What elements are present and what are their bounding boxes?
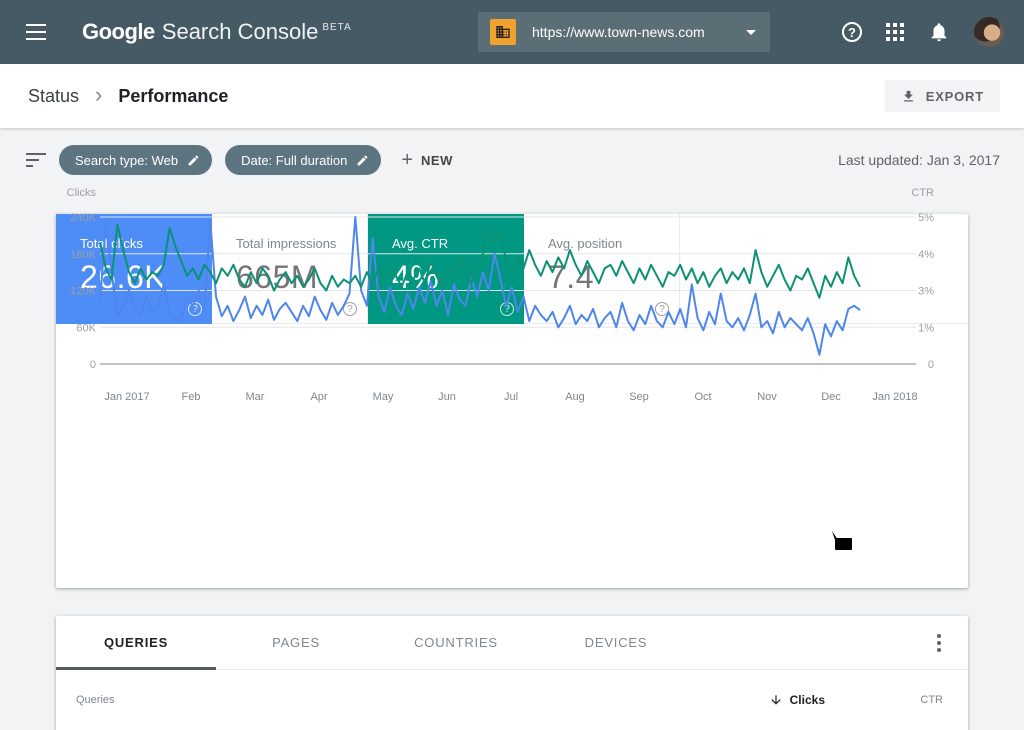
svg-text:May: May bbox=[373, 391, 394, 403]
svg-text:Jan 2018: Jan 2018 bbox=[872, 391, 917, 403]
edit-pencil-icon bbox=[187, 154, 200, 167]
svg-text:Sep: Sep bbox=[629, 391, 649, 403]
breadcrumb-bar: Status › Performance EXPORT bbox=[0, 64, 1024, 128]
app-logo: Google Search Console BETA bbox=[82, 19, 352, 45]
topbar-actions: ? bbox=[842, 0, 1024, 64]
time-series-chart[interactable]: Clicks CTR 240K 180K 120K 60K 0 5% 4% 3% 1% 0 Jan 20… bbox=[56, 187, 968, 588]
breadcrumb-status[interactable]: Status bbox=[28, 86, 79, 107]
svg-text:Aug: Aug bbox=[565, 391, 585, 403]
logo-beta-badge: BETA bbox=[322, 22, 352, 33]
page-title: Performance bbox=[118, 85, 229, 106]
property-selector[interactable]: https://www.town-news.com bbox=[478, 12, 770, 52]
filter-icon[interactable] bbox=[26, 153, 46, 167]
svg-text:Mar: Mar bbox=[246, 391, 265, 403]
building-icon bbox=[490, 19, 516, 45]
export-button[interactable]: EXPORT bbox=[884, 80, 1000, 112]
google-search-console-app: Google Search Console BETA https://www.t… bbox=[0, 0, 1024, 730]
new-filter-button[interactable]: + NEW bbox=[401, 150, 453, 170]
svg-text:CTR: CTR bbox=[911, 187, 934, 199]
filter-row: Search type: Web Date: Full duration + N… bbox=[0, 128, 1024, 192]
menu-icon[interactable] bbox=[12, 8, 60, 56]
svg-text:240K: 240K bbox=[70, 212, 96, 224]
svg-text:0: 0 bbox=[928, 359, 934, 371]
svg-text:1%: 1% bbox=[918, 322, 934, 334]
chart-canvas: Clicks CTR 240K 180K 120K 60K 0 5% 4% 3% 1% 0 Jan 20… bbox=[67, 187, 935, 403]
svg-text:4%: 4% bbox=[918, 249, 934, 261]
sort-descending-icon bbox=[769, 693, 783, 707]
column-header-queries[interactable]: Queries bbox=[76, 694, 769, 706]
dimension-tabs: QUERIES PAGES COUNTRIES DEVICES bbox=[56, 616, 968, 670]
property-url: https://www.town-news.com bbox=[532, 24, 705, 40]
svg-text:Clicks: Clicks bbox=[67, 187, 97, 199]
help-icon[interactable]: ? bbox=[842, 22, 862, 42]
more-options-kebab-icon[interactable] bbox=[926, 630, 952, 656]
logo-product: Search Console bbox=[161, 19, 319, 44]
download-icon bbox=[901, 89, 916, 104]
last-updated-text: Last updated: Jan 3, 2017 bbox=[838, 152, 1000, 168]
top-app-bar: Google Search Console BETA https://www.t… bbox=[0, 0, 1024, 64]
svg-text:Jan 2017: Jan 2017 bbox=[104, 391, 149, 403]
notifications-bell-icon[interactable] bbox=[928, 21, 950, 43]
chip-label: Search type: Web bbox=[75, 152, 179, 168]
edit-pencil-icon bbox=[356, 154, 369, 167]
svg-text:5%: 5% bbox=[918, 212, 934, 224]
tab-devices[interactable]: DEVICES bbox=[536, 616, 696, 669]
chip-label: Date: Full duration bbox=[241, 152, 348, 168]
plus-icon: + bbox=[401, 149, 414, 171]
export-label: EXPORT bbox=[925, 88, 984, 104]
svg-text:0: 0 bbox=[90, 359, 96, 371]
svg-text:3%: 3% bbox=[918, 286, 934, 298]
svg-text:Dec: Dec bbox=[821, 391, 841, 403]
tab-queries[interactable]: QUERIES bbox=[56, 616, 216, 670]
logo-google: Google bbox=[82, 19, 155, 44]
filter-chip-date[interactable]: Date: Full duration bbox=[225, 145, 382, 175]
chevron-down-icon bbox=[746, 29, 756, 35]
svg-text:180K: 180K bbox=[70, 249, 96, 261]
new-filter-label: NEW bbox=[421, 152, 453, 168]
column-header-ctr[interactable]: CTR bbox=[825, 694, 943, 706]
filter-chip-search-type[interactable]: Search type: Web bbox=[59, 145, 213, 175]
svg-text:Oct: Oct bbox=[694, 391, 711, 403]
svg-text:Jul: Jul bbox=[504, 391, 518, 403]
breadcrumb-chevron-icon: › bbox=[95, 81, 103, 107]
svg-text:Nov: Nov bbox=[757, 391, 777, 403]
queries-table-card: QUERIES PAGES COUNTRIES DEVICES Queries … bbox=[56, 616, 968, 730]
svg-text:Jun: Jun bbox=[438, 391, 456, 403]
apps-grid-icon[interactable] bbox=[886, 23, 904, 41]
table-header-row: Queries Clicks CTR bbox=[56, 670, 968, 730]
tab-countries[interactable]: COUNTRIES bbox=[376, 616, 536, 669]
column-header-clicks[interactable]: Clicks bbox=[769, 693, 825, 707]
performance-chart-card: Total clicks 26.6K ? Total impressions 6… bbox=[56, 187, 968, 588]
svg-text:60K: 60K bbox=[76, 322, 96, 334]
svg-text:Feb: Feb bbox=[182, 391, 201, 403]
svg-text:120K: 120K bbox=[70, 286, 96, 298]
account-avatar[interactable] bbox=[974, 17, 1004, 47]
svg-text:Apr: Apr bbox=[310, 391, 327, 403]
tab-pages[interactable]: PAGES bbox=[216, 616, 376, 669]
